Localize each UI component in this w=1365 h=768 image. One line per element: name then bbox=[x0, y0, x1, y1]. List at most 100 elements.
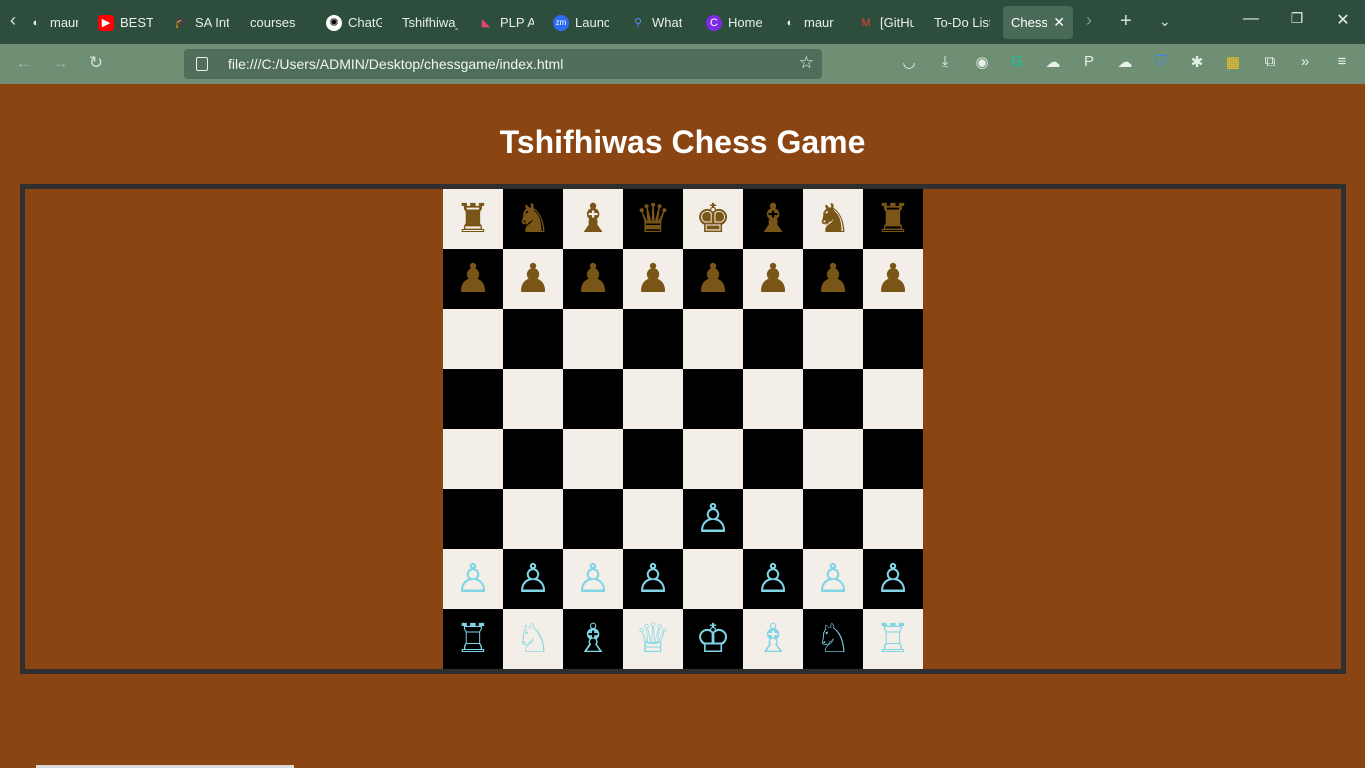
tab-item[interactable]: ◐ maur bbox=[28, 6, 78, 39]
tab-item[interactable]: Tshifhiwa_ bbox=[402, 6, 458, 39]
tab-item-active[interactable]: Chess G ✕ bbox=[1003, 6, 1073, 39]
tab-item[interactable]: ▶ BEST I bbox=[98, 6, 153, 39]
chess-piece[interactable]: ♘ bbox=[515, 619, 551, 659]
board-square[interactable] bbox=[863, 429, 923, 489]
chess-piece[interactable]: ♟ bbox=[455, 259, 491, 299]
board-square[interactable]: ♘ bbox=[803, 609, 863, 669]
shield-icon[interactable]: ⛉ bbox=[1150, 53, 1172, 70]
bookmark-star-icon[interactable]: ☆ bbox=[799, 53, 814, 73]
board-square[interactable]: ♗ bbox=[743, 609, 803, 669]
chess-piece[interactable]: ♟ bbox=[635, 259, 671, 299]
tab-list-chevron-down-icon[interactable]: ⌄ bbox=[1159, 13, 1171, 30]
board-square[interactable]: ♟ bbox=[443, 249, 503, 309]
chess-piece[interactable]: ♚ bbox=[695, 199, 731, 239]
board-square[interactable] bbox=[683, 549, 743, 609]
board-square[interactable]: ♟ bbox=[863, 249, 923, 309]
window-close-icon[interactable]: ✕ bbox=[1328, 10, 1358, 30]
board-square[interactable] bbox=[623, 489, 683, 549]
pocket-icon[interactable]: ◡ bbox=[898, 53, 920, 71]
chess-piece[interactable]: ♙ bbox=[755, 559, 791, 599]
board-square[interactable]: ♜ bbox=[443, 189, 503, 249]
board-square[interactable]: ♞ bbox=[803, 189, 863, 249]
tab-scroll-left-icon[interactable]: ‹ bbox=[10, 10, 16, 31]
board-square[interactable] bbox=[443, 489, 503, 549]
extension-color-icon[interactable]: ▦ bbox=[1222, 53, 1244, 71]
board-square[interactable]: ♟ bbox=[563, 249, 623, 309]
board-square[interactable]: ♟ bbox=[503, 249, 563, 309]
board-square[interactable] bbox=[443, 369, 503, 429]
chess-piece[interactable]: ♖ bbox=[875, 619, 911, 659]
tab-item[interactable]: ◣ PLP A bbox=[478, 6, 534, 39]
chess-piece[interactable]: ♗ bbox=[575, 619, 611, 659]
new-tab-icon[interactable]: + bbox=[1120, 10, 1132, 33]
tab-item[interactable]: 🎓 SA Int bbox=[173, 6, 229, 39]
board-square[interactable] bbox=[503, 309, 563, 369]
board-square[interactable] bbox=[803, 309, 863, 369]
menu-icon[interactable]: ≡ bbox=[1331, 53, 1353, 70]
board-square[interactable]: ♝ bbox=[563, 189, 623, 249]
board-square[interactable] bbox=[623, 309, 683, 369]
board-square[interactable] bbox=[863, 369, 923, 429]
board-square[interactable] bbox=[803, 369, 863, 429]
board-square[interactable]: ♙ bbox=[503, 549, 563, 609]
board-square[interactable] bbox=[683, 429, 743, 489]
board-square[interactable] bbox=[743, 309, 803, 369]
chess-piece[interactable]: ♙ bbox=[455, 559, 491, 599]
extension-vpn-icon[interactable]: ☁ bbox=[1114, 53, 1136, 71]
board-square[interactable] bbox=[443, 429, 503, 489]
board-square[interactable] bbox=[623, 369, 683, 429]
board-square[interactable] bbox=[743, 369, 803, 429]
board-square[interactable] bbox=[503, 429, 563, 489]
chess-piece[interactable]: ♙ bbox=[515, 559, 551, 599]
chess-piece[interactable]: ♟ bbox=[755, 259, 791, 299]
board-square[interactable] bbox=[563, 369, 623, 429]
chess-piece[interactable]: ♟ bbox=[875, 259, 911, 299]
restore-icon[interactable]: ❐ bbox=[1282, 10, 1312, 27]
chess-piece[interactable]: ♙ bbox=[575, 559, 611, 599]
board-square[interactable]: ♗ bbox=[563, 609, 623, 669]
chess-piece[interactable]: ♛ bbox=[635, 199, 671, 239]
downloads-icon[interactable]: ⤓ bbox=[934, 53, 956, 70]
board-square[interactable]: ♝ bbox=[743, 189, 803, 249]
chess-piece[interactable]: ♙ bbox=[875, 559, 911, 599]
tab-scroll-right-icon[interactable]: › bbox=[1086, 10, 1092, 31]
board-square[interactable] bbox=[503, 489, 563, 549]
tab-item[interactable]: zm Launc bbox=[553, 6, 609, 39]
address-url[interactable]: file:///C:/Users/ADMIN/Desktop/chessgame… bbox=[228, 56, 563, 72]
chess-piece[interactable]: ♔ bbox=[695, 619, 731, 659]
extension-star-icon[interactable]: ✱ bbox=[1186, 53, 1208, 71]
tab-item[interactable]: courses bbox=[250, 6, 300, 39]
board-square[interactable] bbox=[623, 429, 683, 489]
tab-item[interactable]: To-Do List bbox=[934, 6, 990, 39]
pinterest-icon[interactable]: P bbox=[1078, 53, 1100, 70]
board-square[interactable] bbox=[683, 369, 743, 429]
board-square[interactable]: ♙ bbox=[803, 549, 863, 609]
board-square[interactable]: ♜ bbox=[863, 189, 923, 249]
chess-piece[interactable]: ♗ bbox=[755, 619, 791, 659]
board-square[interactable]: ♟ bbox=[743, 249, 803, 309]
board-square[interactable]: ♙ bbox=[863, 549, 923, 609]
more-tools-chevron-icon[interactable]: » bbox=[1294, 53, 1316, 70]
board-square[interactable]: ♘ bbox=[503, 609, 563, 669]
board-square[interactable] bbox=[743, 429, 803, 489]
tab-item[interactable]: ◐ maur bbox=[782, 6, 838, 39]
chess-piece[interactable]: ♙ bbox=[695, 499, 731, 539]
board-square[interactable] bbox=[563, 429, 623, 489]
board-square[interactable]: ♚ bbox=[683, 189, 743, 249]
board-square[interactable]: ♙ bbox=[743, 549, 803, 609]
board-square[interactable] bbox=[743, 489, 803, 549]
board-square[interactable]: ♙ bbox=[683, 489, 743, 549]
chess-piece[interactable]: ♝ bbox=[575, 199, 611, 239]
chess-piece[interactable]: ♜ bbox=[875, 199, 911, 239]
chess-piece[interactable]: ♞ bbox=[815, 199, 851, 239]
board-square[interactable]: ♟ bbox=[803, 249, 863, 309]
board-square[interactable]: ♙ bbox=[443, 549, 503, 609]
board-square[interactable]: ♔ bbox=[683, 609, 743, 669]
chess-piece[interactable]: ♖ bbox=[455, 619, 491, 659]
board-square[interactable]: ♖ bbox=[443, 609, 503, 669]
board-square[interactable] bbox=[503, 369, 563, 429]
board-square[interactable] bbox=[863, 309, 923, 369]
board-square[interactable] bbox=[803, 429, 863, 489]
board-square[interactable]: ♙ bbox=[563, 549, 623, 609]
account-icon[interactable]: ◉ bbox=[971, 53, 993, 71]
